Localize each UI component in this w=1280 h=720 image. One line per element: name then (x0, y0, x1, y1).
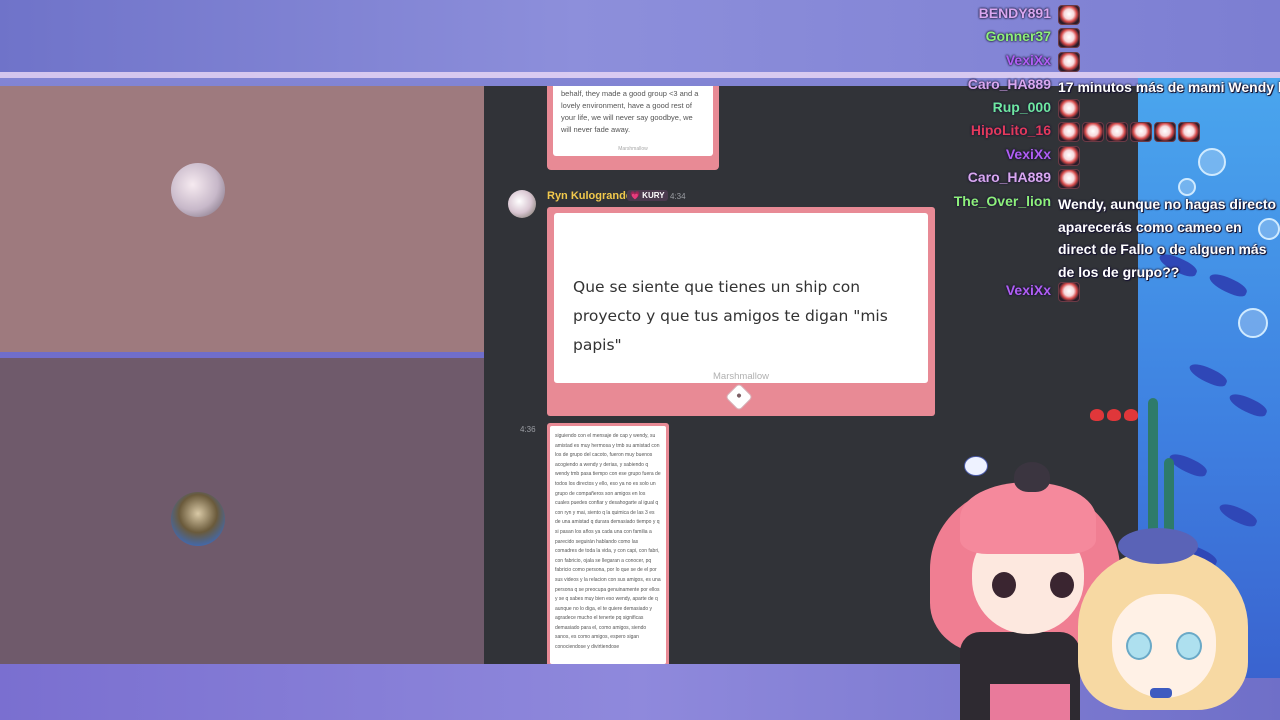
emote-icon (1178, 122, 1200, 142)
chat-username[interactable]: Gonner37 (986, 28, 1051, 44)
emote-icon (1058, 5, 1080, 25)
chat-message: VexiXx (0, 282, 1280, 304)
vtuber-model-blonde (1078, 528, 1248, 720)
chat-emotes (1058, 146, 1082, 166)
chat-username[interactable]: The_Over_lion (954, 193, 1051, 209)
chat-emotes (1058, 122, 1202, 142)
fish-icon (1226, 390, 1270, 420)
chat-text: 17 minutos más de mami Wendy b (1058, 79, 1280, 95)
chat-username[interactable]: Caro_HA889 (968, 76, 1051, 92)
emote-icon (1058, 169, 1080, 189)
marshmallow-card-text: siguiendo con el mensaje de cap y wendy,… (550, 426, 666, 664)
fish-icon (1216, 500, 1260, 530)
chat-text: Wendy, aunque no hagas directo aparecerá… (1058, 196, 1277, 280)
chat-username[interactable]: BENDY891 (979, 5, 1051, 21)
chat-username[interactable]: Caro_HA889 (968, 169, 1051, 185)
chat-emotes (1058, 52, 1082, 72)
chat-message: VexiXx (0, 52, 1280, 74)
cat-hat-icon (1014, 462, 1050, 492)
reaction-emotes (1090, 408, 1141, 426)
bangs-shape (960, 482, 1096, 554)
chat-message: Caro_HA889 (0, 169, 1280, 191)
beret-icon (1118, 528, 1198, 564)
chat-message: The_Over_lion Wendy, aunque no hagas dire… (0, 193, 1280, 280)
fish-icon (1186, 360, 1230, 390)
eye-shape (1050, 572, 1074, 598)
heart-icon (1124, 409, 1138, 421)
emote-icon (1058, 122, 1080, 142)
chat-message: VexiXx (0, 146, 1280, 168)
avatar (171, 492, 225, 546)
chat-username[interactable]: HipoLito_16 (971, 122, 1051, 138)
chat-username[interactable]: VexiXx (1006, 146, 1051, 162)
chat-emotes (1058, 99, 1082, 119)
eye-shape (1176, 632, 1202, 660)
emote-icon (1058, 282, 1080, 302)
chat-message: Gonner37 (0, 28, 1280, 50)
marshmallow-dice-icon (724, 382, 754, 412)
eye-shape (1126, 632, 1152, 660)
heart-icon (1107, 409, 1121, 421)
chat-username[interactable]: VexiXx (1006, 282, 1051, 298)
heart-icon (1090, 409, 1104, 421)
chat-username[interactable]: Rup_000 (993, 99, 1051, 115)
emote-icon (1130, 122, 1152, 142)
chat-emotes (1058, 28, 1082, 48)
eye-shape (992, 572, 1016, 598)
bow-icon (1150, 688, 1172, 698)
skirt-shape (990, 684, 1070, 720)
emote-icon (1058, 146, 1080, 166)
emote-icon (1058, 99, 1080, 119)
emote-icon (1154, 122, 1176, 142)
marshmallow-card-footer: Marshmallow (713, 371, 769, 382)
chat-message: BENDY891 (0, 5, 1280, 27)
emote-icon (1058, 52, 1080, 72)
chat-emotes (1058, 282, 1082, 302)
chat-message: Caro_HA889 17 minutos más de mami Wendy b (0, 76, 1280, 98)
chat-message: Rup_000 (0, 99, 1280, 121)
chat-username[interactable]: VexiXx (1006, 52, 1051, 68)
chat-emotes (1058, 169, 1082, 189)
emote-icon (1058, 28, 1080, 48)
chat-emotes (1058, 5, 1082, 25)
emote-icon (1106, 122, 1128, 142)
marshmallow-card[interactable]: Que se siente que tienes un ship con pro… (547, 207, 935, 416)
bubble-icon (1238, 308, 1268, 338)
emote-icon (1082, 122, 1104, 142)
chat-message: HipoLito_16 (0, 122, 1280, 144)
message-timestamp: 4:36 (520, 425, 536, 434)
marshmallow-card-long[interactable]: siguiendo con el mensaje de cap y wendy,… (547, 423, 669, 664)
video-tile-2[interactable] (0, 358, 484, 664)
